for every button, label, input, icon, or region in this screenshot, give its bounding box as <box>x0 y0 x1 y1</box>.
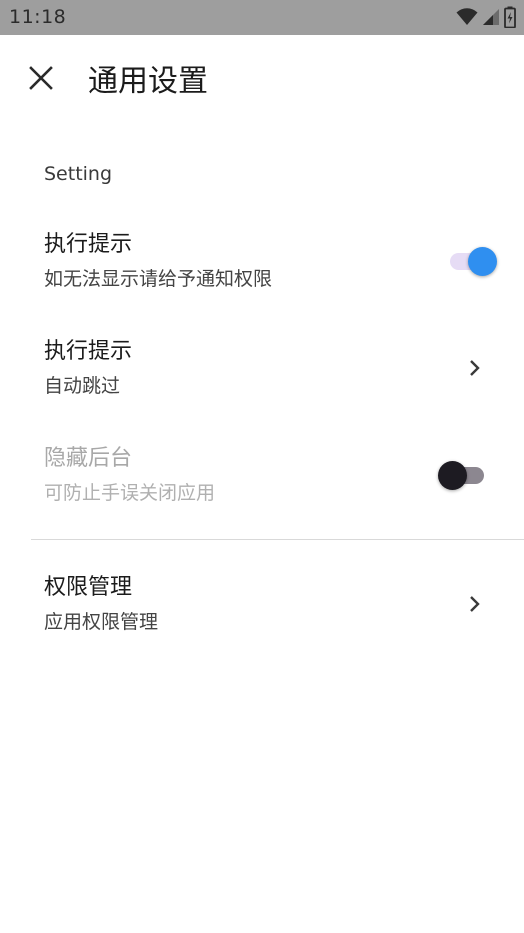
app-bar: 通用设置 <box>0 35 524 130</box>
status-bar: 11:18 <box>0 0 524 35</box>
setting-title: 隐藏后台 <box>44 446 133 471</box>
hide-background-switch[interactable] <box>438 458 490 490</box>
setting-row-auto-skip[interactable]: 执行提示 自动跳过 <box>0 337 524 437</box>
page-title: 通用设置 <box>88 64 208 99</box>
section-header: Setting <box>44 163 113 185</box>
chevron-right-icon <box>463 356 487 380</box>
setting-row-execution-hint[interactable]: 执行提示 如无法显示请给予通知权限 <box>0 230 524 330</box>
close-button[interactable] <box>18 57 64 103</box>
status-icons <box>456 6 516 28</box>
setting-title: 执行提示 <box>44 339 133 364</box>
cell-signal-icon <box>482 8 500 26</box>
battery-charging-icon <box>504 6 516 28</box>
setting-subtitle: 可防止手误关闭应用 <box>44 482 216 504</box>
switch-thumb <box>468 247 497 276</box>
setting-row-permissions[interactable]: 权限管理 应用权限管理 <box>0 573 524 673</box>
status-time: 11:18 <box>9 6 67 28</box>
setting-title: 执行提示 <box>44 232 133 257</box>
close-icon <box>29 66 53 94</box>
divider <box>31 539 524 540</box>
setting-subtitle: 应用权限管理 <box>44 611 159 633</box>
wifi-icon <box>456 8 478 26</box>
execution-hint-switch[interactable] <box>446 244 497 276</box>
chevron-right-icon <box>463 592 487 616</box>
setting-subtitle: 如无法显示请给予通知权限 <box>44 268 273 290</box>
switch-thumb <box>438 461 467 490</box>
setting-row-hide-background[interactable]: 隐藏后台 可防止手误关闭应用 <box>0 444 524 544</box>
setting-title: 权限管理 <box>44 575 133 600</box>
setting-subtitle: 自动跳过 <box>44 375 121 397</box>
